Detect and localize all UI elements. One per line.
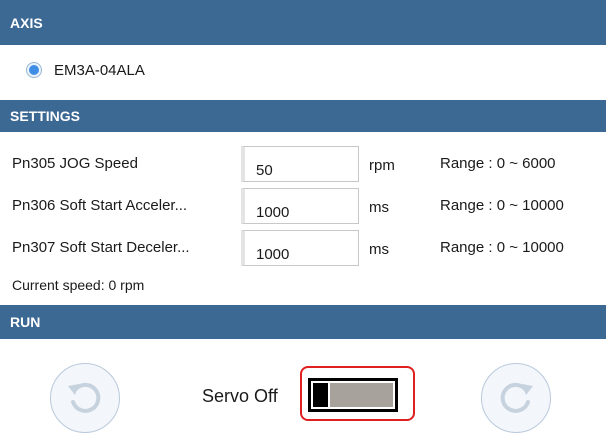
param-row-pn306: Pn306 Soft Start Acceler... ms Range : 0…: [0, 186, 606, 226]
current-speed-readout: Current speed: 0 rpm: [12, 277, 145, 293]
jog-speed-input[interactable]: [241, 146, 359, 182]
jog-reverse-button[interactable]: [50, 363, 120, 433]
servo-toggle-switch[interactable]: [308, 378, 398, 412]
soft-start-accel-input[interactable]: [241, 188, 359, 224]
jog-forward-button[interactable]: [481, 363, 551, 433]
param-unit: rpm: [369, 157, 395, 174]
param-label: Pn307 Soft Start Deceler...: [12, 239, 190, 256]
param-range: Range : 0 ~ 6000: [440, 155, 556, 172]
axis-option-label: EM3A-04ALA: [54, 61, 145, 79]
param-label: Pn306 Soft Start Acceler...: [12, 197, 188, 214]
servo-toggle-track: [330, 383, 393, 407]
jog-panel: AXIS EM3A-04ALA SETTINGS Pn305 JOG Speed…: [0, 0, 606, 448]
param-range: Range : 0 ~ 10000: [440, 197, 564, 214]
soft-start-decel-input[interactable]: [241, 230, 359, 266]
servo-toggle-knob[interactable]: [313, 383, 328, 407]
param-range: Range : 0 ~ 10000: [440, 239, 564, 256]
param-unit: ms: [369, 241, 389, 258]
param-row-pn305: Pn305 JOG Speed rpm Range : 0 ~ 6000: [0, 144, 606, 184]
settings-section-header: SETTINGS: [0, 100, 606, 132]
run-section-title: RUN: [10, 314, 41, 330]
axis-radio-button[interactable]: [26, 62, 42, 78]
run-section-header: RUN: [0, 305, 606, 339]
settings-section-title: SETTINGS: [10, 108, 81, 124]
rotate-ccw-icon: [68, 382, 101, 413]
param-unit: ms: [369, 199, 389, 216]
run-controls: Servo Off: [0, 339, 606, 448]
axis-section-header: AXIS: [0, 0, 606, 45]
param-row-pn307: Pn307 Soft Start Deceler... ms Range : 0…: [0, 228, 606, 268]
param-label: Pn305 JOG Speed: [12, 155, 138, 172]
rotate-cw-icon: [500, 382, 533, 413]
servo-status-label: Servo Off: [202, 386, 278, 406]
axis-option[interactable]: EM3A-04ALA: [26, 59, 145, 81]
axis-section-title: AXIS: [10, 14, 43, 31]
